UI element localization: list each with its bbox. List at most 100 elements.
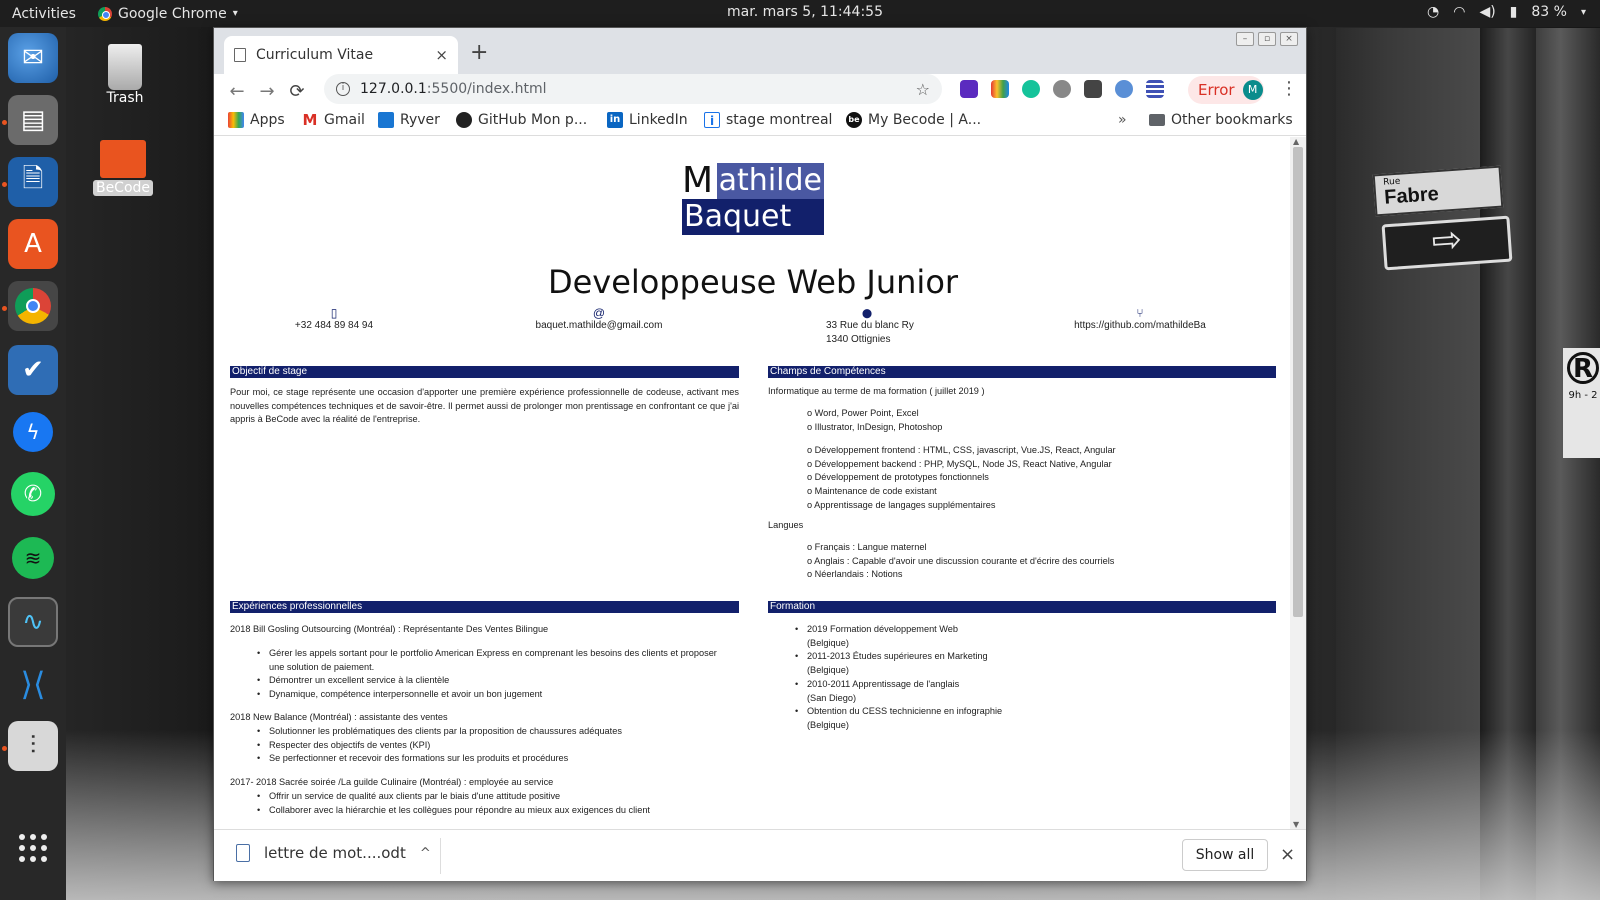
- apps-grid-icon: [228, 112, 244, 128]
- chrome-menu-button[interactable]: ⋮: [1280, 78, 1298, 99]
- page-viewport[interactable]: M athilde Baquet Developpeuse Web Junior…: [214, 137, 1292, 829]
- wallpaper-street-sign: Rue Fabre: [1372, 165, 1504, 217]
- activities-button[interactable]: Activities: [0, 6, 98, 22]
- volume-icon: ◀): [1479, 4, 1496, 20]
- other-bookmarks-folder[interactable]: Other bookmarks: [1149, 112, 1293, 128]
- tab-curriculum-vitae[interactable]: Curriculum Vitae ×: [224, 36, 458, 74]
- logo-initial: M: [682, 160, 714, 201]
- show-applications-button[interactable]: [8, 823, 58, 873]
- tab-title: Curriculum Vitae: [256, 47, 374, 63]
- avatar: M: [1242, 80, 1263, 100]
- dock-software[interactable]: A: [8, 219, 58, 269]
- list-item: 2011-2013 Études supérieures en Marketin…: [795, 650, 1267, 677]
- bookmark-linkedin[interactable]: in LinkedIn: [607, 112, 688, 128]
- scrollbar-thumb[interactable]: [1293, 147, 1303, 617]
- running-indicator: [2, 182, 7, 187]
- info-icon[interactable]: i: [336, 82, 350, 96]
- chrome-icon: [15, 288, 51, 324]
- bookmark-gmail[interactable]: M Gmail: [302, 112, 365, 128]
- close-shelf-icon[interactable]: ×: [1280, 844, 1295, 865]
- dock-thunderbird[interactable]: ✉: [8, 33, 58, 83]
- folder-icon: [100, 140, 146, 178]
- extension-cube-icon[interactable]: [960, 80, 978, 98]
- bookmark-my-becode[interactable]: be My Becode | A...: [846, 112, 981, 128]
- browser-toolbar: ← → ⟳ i 127.0.0.1:5500/index.html ☆ Erro…: [214, 74, 1306, 108]
- experience-title: 2018 New Balance (Montréal) : assistante…: [230, 712, 448, 722]
- dock-files[interactable]: ▤: [8, 95, 58, 145]
- sliders-icon: ⫶: [29, 730, 37, 761]
- tab-strip: Curriculum Vitae × + – ▫ ×: [214, 28, 1306, 74]
- dock-writer[interactable]: 🗎: [8, 157, 58, 207]
- desktop-folder-becode[interactable]: BeCode: [88, 140, 158, 196]
- bookmark-github[interactable]: GitHub Mon p...: [456, 112, 587, 128]
- show-all-button[interactable]: Show all: [1182, 839, 1268, 871]
- section-header-competences: Champs de Compétences: [768, 366, 1276, 378]
- grid-icon: [19, 834, 47, 862]
- running-indicator: [2, 746, 7, 751]
- competences-intro: Informatique au terme de ma formation ( …: [768, 386, 985, 396]
- dock-vscode[interactable]: ⟩⟨: [8, 659, 58, 709]
- close-window-button[interactable]: ×: [1280, 32, 1298, 46]
- list-item: Obtention du CESS technicienne en infogr…: [795, 705, 1267, 732]
- gnome-top-bar: Activities Google Chrome ▾ mar. mars 5, …: [0, 0, 1600, 27]
- clock[interactable]: mar. mars 5, 11:44:55: [727, 4, 883, 20]
- parking-sign-hours: 9h - 2: [1568, 390, 1598, 401]
- scroll-down-arrow-icon[interactable]: ▼: [1293, 820, 1299, 829]
- extension-tomato-icon[interactable]: [1053, 80, 1071, 98]
- grammarly-icon[interactable]: [1022, 80, 1040, 98]
- app-menu[interactable]: Google Chrome ▾: [98, 6, 238, 22]
- formation-list: 2019 Formation développement Web(Belgiqu…: [795, 623, 1267, 733]
- page-scrollbar[interactable]: ▲ ▼: [1290, 137, 1306, 829]
- list-item: o Développement backend : PHP, MySQL, No…: [807, 458, 1112, 469]
- bookmark-star-icon[interactable]: ☆: [916, 80, 930, 99]
- dock-messenger[interactable]: ϟ: [8, 407, 58, 457]
- experience-list: Offrir un service de qualité aux clients…: [257, 790, 749, 818]
- minimize-button[interactable]: –: [1236, 32, 1254, 46]
- chevron-up-icon[interactable]: ^: [420, 846, 431, 861]
- new-tab-button[interactable]: +: [470, 40, 488, 65]
- dock-mixer[interactable]: ⫶: [8, 721, 58, 771]
- objectif-text: Pour moi, ce stage représente une occasi…: [230, 387, 739, 425]
- address-bar[interactable]: i 127.0.0.1:5500/index.html ☆: [324, 74, 942, 104]
- status-area[interactable]: ◔ ◠ ◀) ▮ 83 % ▾: [1427, 4, 1586, 20]
- list-item: o Illustrator, InDesign, Photoshop: [807, 421, 943, 432]
- section-header-experiences: Expériences professionnelles: [230, 601, 739, 613]
- scroll-up-arrow-icon[interactable]: ▲: [1293, 137, 1299, 146]
- dock-system-monitor[interactable]: ∿: [8, 597, 58, 647]
- linkedin-icon: in: [607, 112, 623, 128]
- url-path: :5500/index.html: [426, 81, 547, 97]
- download-shelf: lettre de mot....odt ^ Show all ×: [214, 829, 1306, 881]
- bookmark-label: GitHub Mon p...: [478, 112, 588, 128]
- checkmark-icon: ✔: [22, 355, 44, 385]
- bookmark-stage-montreal[interactable]: i stage montreal: [704, 112, 832, 128]
- dock-spotify[interactable]: ≋: [8, 533, 58, 583]
- bookmarks-overflow-button[interactable]: »: [1118, 112, 1127, 128]
- phone-icon: ▯: [330, 306, 338, 320]
- experience-title: 2018 Bill Gosling Outsourcing (Montréal)…: [230, 624, 549, 634]
- tab-close-button[interactable]: ×: [435, 46, 448, 64]
- night-light-icon: ◔: [1427, 4, 1440, 20]
- extension-info-icon[interactable]: [1115, 80, 1133, 98]
- bookmark-ryver[interactable]: Ryver: [378, 112, 440, 128]
- forward-button[interactable]: →: [252, 81, 282, 102]
- messenger-icon: ϟ: [13, 412, 53, 452]
- download-item[interactable]: lettre de mot....odt ^: [236, 844, 431, 862]
- dock-whatsapp[interactable]: ✆: [8, 469, 58, 519]
- contact-email: @ baquet.mathilde@gmail.com: [519, 307, 679, 333]
- extension-lock-icon[interactable]: [1084, 80, 1102, 98]
- maximize-button[interactable]: ▫: [1258, 32, 1276, 46]
- back-button[interactable]: ←: [222, 81, 252, 102]
- trash-icon: [108, 44, 142, 90]
- desktop-trash[interactable]: Trash: [90, 44, 160, 106]
- list-item: Collaborer avec la hiérarchie et les col…: [257, 804, 749, 818]
- dock-chrome[interactable]: [8, 281, 58, 331]
- reload-button[interactable]: ⟳: [282, 81, 312, 102]
- phone-icon: ✆: [11, 472, 55, 516]
- extension-colorpicker-icon[interactable]: [991, 80, 1009, 98]
- vscode-icon: ⟩⟨: [20, 665, 46, 703]
- dock-tasks[interactable]: ✔: [8, 345, 58, 395]
- mail-icon: ✉: [22, 43, 44, 73]
- profile-error-button[interactable]: Error M: [1188, 76, 1264, 104]
- bookmark-apps[interactable]: Apps: [228, 112, 285, 128]
- extension-list-icon[interactable]: [1146, 80, 1164, 98]
